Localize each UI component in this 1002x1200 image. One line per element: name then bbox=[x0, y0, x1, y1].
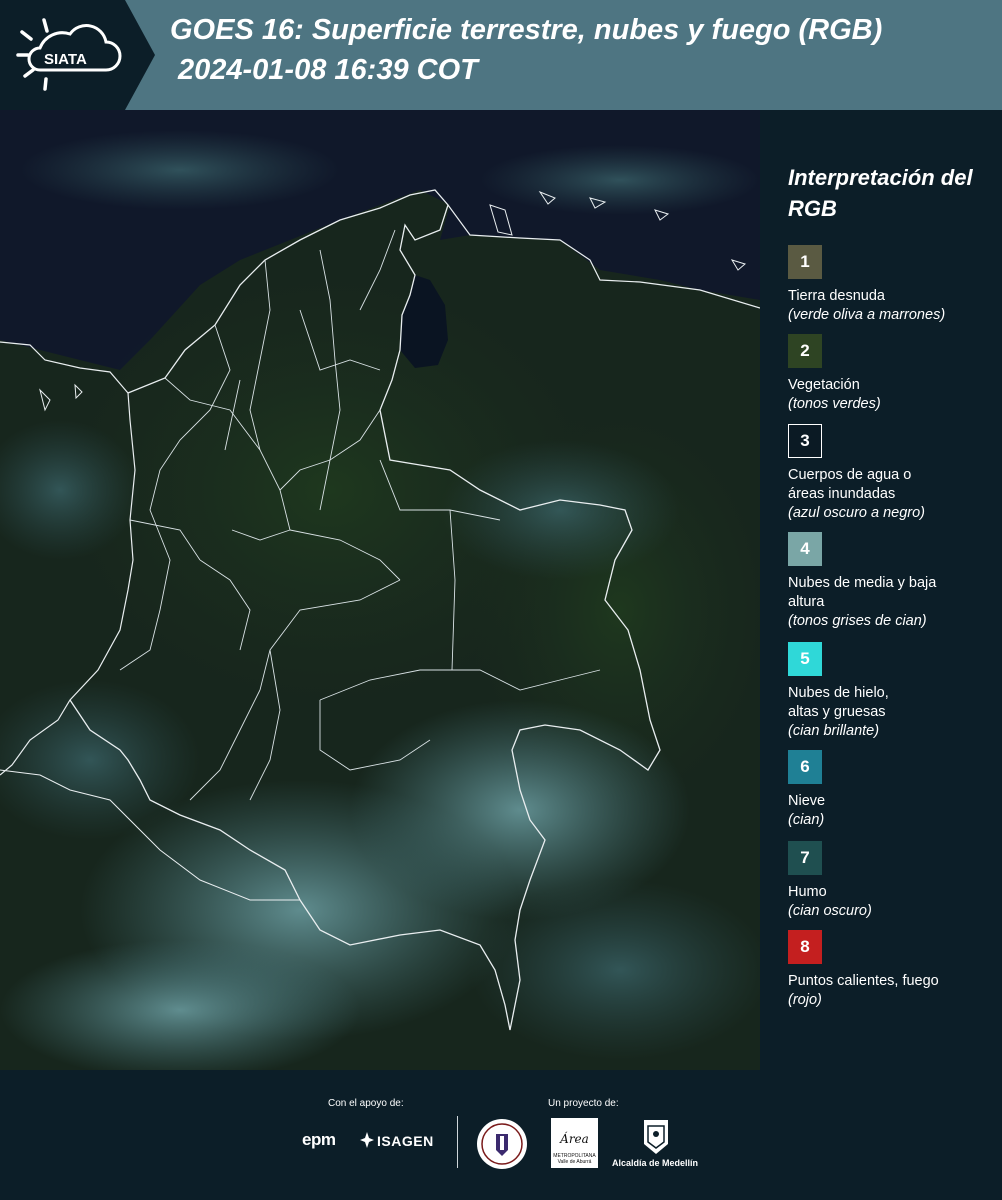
legend-swatch: 3 bbox=[788, 424, 822, 458]
legend-title: Interpretación del RGB bbox=[788, 165, 973, 221]
legend-swatch: 2 bbox=[788, 334, 822, 368]
legend-swatch: 5 bbox=[788, 642, 822, 676]
legend-item-water: 3 Cuerpos de agua o áreas inundadas (azu… bbox=[788, 424, 998, 523]
seal-logo bbox=[477, 1119, 527, 1169]
legend-swatch: 8 bbox=[788, 930, 822, 964]
legend-item-mid-low-clouds: 4 Nubes de media y baja altura (tonos gr… bbox=[788, 532, 998, 631]
legend-item-label: Humo bbox=[788, 884, 827, 900]
legend-item-label: Vegetación bbox=[788, 377, 860, 393]
footer: Con el apoyo de: Un proyecto de: epm ISA… bbox=[0, 1070, 1002, 1200]
legend-item-sub: (cian oscuro) bbox=[788, 903, 872, 919]
legend-item-sub: (cian brillante) bbox=[788, 723, 880, 739]
legend-swatch: 1 bbox=[788, 245, 822, 279]
isagen-logo: ISAGEN bbox=[377, 1133, 434, 1149]
legend-item-snow: 6 Nieve (cian) bbox=[788, 750, 998, 830]
area-metropolitana-logo: Área METROPOLITANA Valle de Aburrá bbox=[551, 1118, 598, 1168]
legend-item-smoke: 7 Humo (cian oscuro) bbox=[788, 841, 998, 921]
isagen-icon bbox=[360, 1132, 374, 1148]
legend-item-sub: (tonos grises de cian) bbox=[788, 613, 927, 629]
alcaldia-medellin-logo: Alcaldía de Medellín bbox=[612, 1158, 699, 1168]
siata-logo: SIATA bbox=[0, 0, 155, 110]
map-drawing bbox=[0, 110, 760, 1070]
legend-item-ice-clouds: 5 Nubes de hielo, altas y gruesas (cian … bbox=[788, 642, 998, 741]
timestamp-title: 2024-01-08 16:39 COT bbox=[178, 54, 478, 86]
medellin-shield-icon bbox=[644, 1120, 668, 1154]
legend-item-sub: (rojo) bbox=[788, 992, 822, 1008]
epm-logo: epm bbox=[302, 1130, 336, 1149]
satellite-map bbox=[0, 110, 760, 1070]
support-label: Con el apoyo de: bbox=[328, 1098, 404, 1109]
legend-swatch: 6 bbox=[788, 750, 822, 784]
project-label: Un proyecto de: bbox=[548, 1098, 619, 1109]
legend-item-label: Cuerpos de agua o áreas inundadas bbox=[788, 467, 912, 502]
legend-item-label: Puntos calientes, fuego bbox=[788, 973, 939, 989]
legend-item-label: Nubes de media y baja altura bbox=[788, 575, 937, 610]
legend-item-sub: (tonos verdes) bbox=[788, 396, 881, 412]
legend-item-vegetation: 2 Vegetación (tonos verdes) bbox=[788, 334, 998, 414]
legend-item-label: Nubes de hielo, altas y gruesas bbox=[788, 685, 889, 720]
legend-swatch: 7 bbox=[788, 841, 822, 875]
legend-item-sub: (azul oscuro a negro) bbox=[788, 505, 926, 521]
legend-item-sub: (cian) bbox=[788, 812, 825, 828]
product-title: GOES 16: Superficie terrestre, nubes y f… bbox=[170, 14, 883, 46]
legend-item-sub: (verde oliva a marrones) bbox=[788, 307, 946, 323]
header-bar: SIATA GOES 16: Superficie terrestre, nub… bbox=[0, 0, 1002, 110]
svg-text:SIATA: SIATA bbox=[44, 51, 87, 68]
rgb-legend: Interpretación del RGB 1 Tierra desnuda … bbox=[760, 110, 1002, 1070]
legend-swatch: 4 bbox=[788, 532, 822, 566]
legend-item-fire: 8 Puntos calientes, fuego (rojo) bbox=[788, 930, 998, 1010]
legend-item-label: Nieve bbox=[788, 793, 826, 809]
legend-item-label: Tierra desnuda bbox=[788, 288, 885, 304]
legend-item-bare-soil: 1 Tierra desnuda (verde oliva a marrones… bbox=[788, 245, 998, 325]
footer-divider bbox=[457, 1116, 458, 1168]
